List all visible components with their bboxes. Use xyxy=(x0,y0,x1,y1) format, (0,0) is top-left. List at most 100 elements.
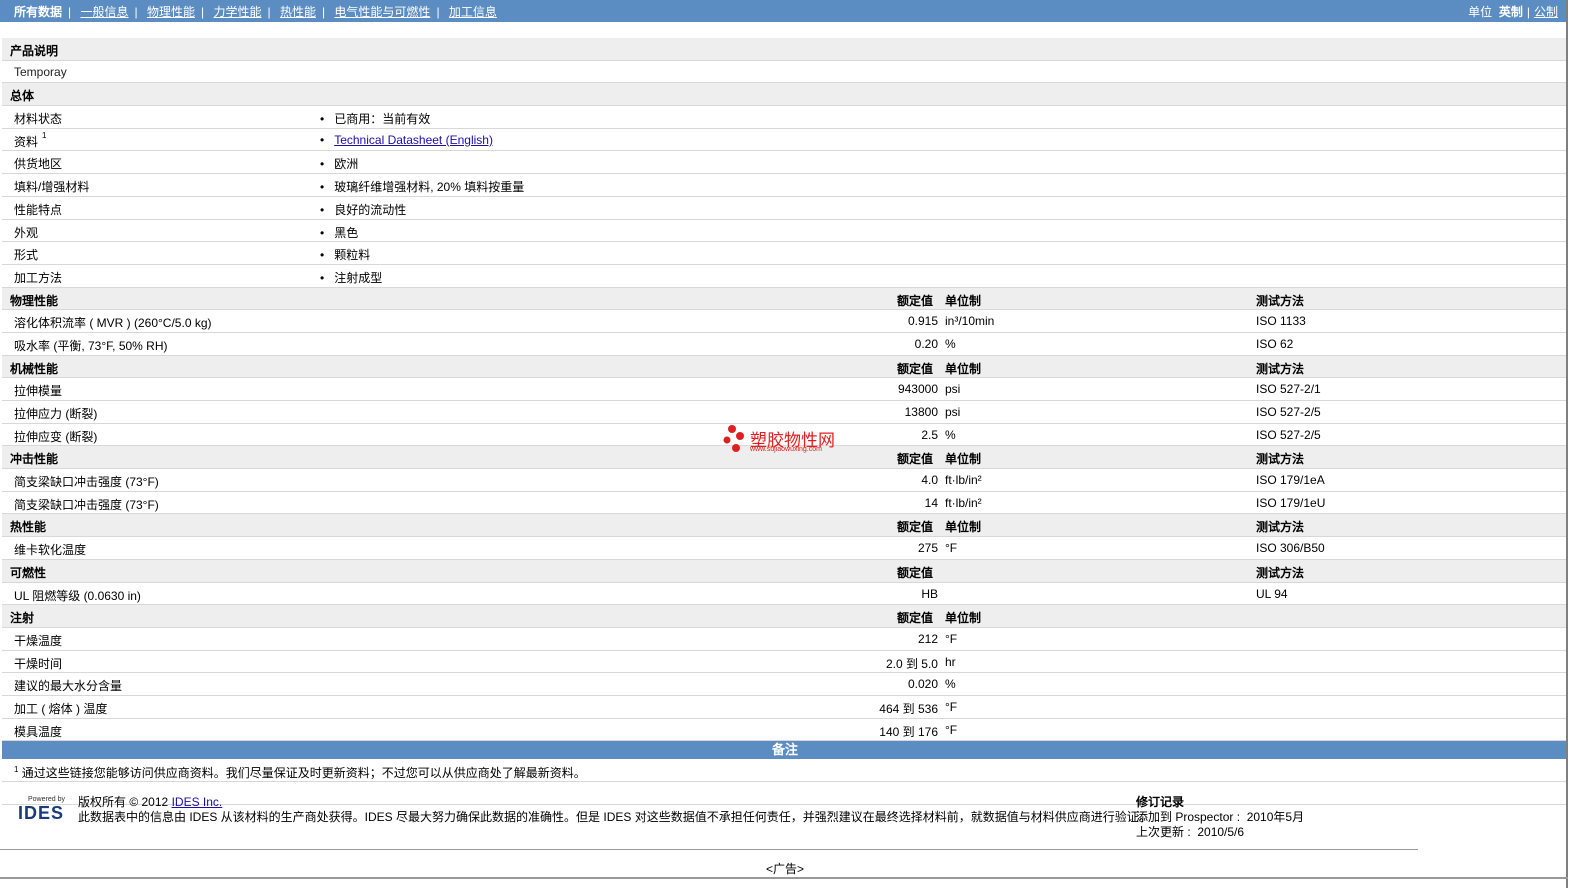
property-name: 加工方法 xyxy=(14,270,63,285)
value-text: 欧洲 xyxy=(334,157,359,172)
ides-logo: Powered by IDES xyxy=(18,796,65,823)
property-value: 140 到 176 xyxy=(879,724,938,739)
property-value: 4.0 xyxy=(921,473,938,488)
section-header: 物理性能 额定值 单位制 测试方法 xyxy=(2,287,1568,311)
test-method: ISO 306/B50 xyxy=(1256,541,1325,556)
property-value: 14 xyxy=(924,495,938,510)
general-row: 填料/增强材料 • 玻璃纤维增强材料, 20% 填料按重量 xyxy=(2,174,1568,197)
property-unit: psi xyxy=(945,382,961,397)
nav-processing[interactable]: 加工信息 xyxy=(449,5,497,19)
test-method: UL 94 xyxy=(1256,586,1288,601)
property-row: 吸水率 (平衡, 73°F, 50% RH) 0.20% ISO 62 xyxy=(2,333,1568,356)
nav-general-info[interactable]: 一般信息 xyxy=(80,5,128,19)
property-value: • 注射成型 xyxy=(320,270,383,285)
property-value: • 欧洲 xyxy=(320,157,359,172)
property-value: 2.0 到 5.0 xyxy=(885,656,938,671)
general-row: 供货地区 • 欧洲 xyxy=(2,151,1568,175)
ad-label: <广告> xyxy=(766,862,805,876)
property-name: 干燥温度 xyxy=(14,633,63,648)
property-name: UL 阻燃等级 (0.0630 in) xyxy=(14,588,141,603)
test-method: ISO 527-2/1 xyxy=(1256,382,1321,397)
test-method: ISO 527-2/5 xyxy=(1256,427,1321,442)
ides-link[interactable]: IDES Inc. xyxy=(172,795,223,809)
property-name: 干燥时间 xyxy=(14,656,63,671)
property-unit: ft·lb/in² xyxy=(945,473,982,488)
property-value: 464 到 536 xyxy=(879,701,938,716)
property-row: 干燥时间 2.0 到 5.0 hr xyxy=(2,651,1568,674)
property-value: • 颗粒料 xyxy=(320,248,371,263)
property-name: 形式 xyxy=(14,248,39,263)
property-row: 加工 ( 熔体 ) 温度 464 到 536 °F xyxy=(2,696,1568,719)
property-name: 加工 ( 熔体 ) 温度 xyxy=(14,701,108,716)
property-name: 外观 xyxy=(14,225,39,240)
property-value: 275 xyxy=(917,541,938,556)
value-text: 注射成型 xyxy=(334,270,383,285)
value-text: 黑色 xyxy=(334,225,359,240)
property-name: 吸水率 (平衡, 73°F, 50% RH) xyxy=(14,338,168,353)
test-method: ISO 179/1eU xyxy=(1256,495,1326,510)
property-unit: °F xyxy=(945,699,958,714)
property-value: 0.20 xyxy=(914,336,938,351)
watermark-logo: 塑胶物性网 www.sujiaowuxing.com xyxy=(722,424,852,458)
general-row: 资料 1 • Technical Datasheet (English) xyxy=(2,129,1568,152)
section-header: 热性能 额定值 单位制 测试方法 xyxy=(2,514,1568,538)
property-value: • 玻璃纤维增强材料, 20% 填料按重量 xyxy=(320,180,525,195)
property-name: 维卡软化温度 xyxy=(14,543,87,558)
property-name: 建议的最大水分含量 xyxy=(14,679,123,694)
dots-icon xyxy=(723,425,744,452)
property-row: 简支梁缺口冲击强度 (73°F) 4.0 ft·lb/in² ISO 179/1eA xyxy=(2,469,1568,492)
nav-thermal[interactable]: 热性能 xyxy=(280,5,316,19)
property-name: 材料状态 xyxy=(14,112,63,127)
property-unit: % xyxy=(945,336,956,351)
property-value: HB xyxy=(921,586,938,601)
unit-imperial[interactable]: 英制 xyxy=(1499,5,1523,19)
property-name: 拉伸应力 (断裂) xyxy=(14,407,98,421)
property-name: 拉伸应变 (断裂) xyxy=(14,429,98,444)
section-header: 可燃性 额定值 测试方法 xyxy=(2,559,1568,583)
product-name-row: Temporay xyxy=(2,61,1568,84)
test-method: ISO 1133 xyxy=(1256,314,1306,329)
property-name: 简支梁缺口冲击强度 (73°F) xyxy=(14,497,159,512)
property-unit: °F xyxy=(945,722,958,737)
nav-all-data[interactable]: 所有数据 xyxy=(14,5,62,19)
property-row: 溶化体积流率 ( MVR ) (260°C/5.0 kg) 0.915 in³/10… xyxy=(2,310,1568,333)
test-method: ISO 179/1eA xyxy=(1256,473,1325,488)
property-value: 0.915 xyxy=(907,314,938,329)
property-row: 建议的最大水分含量 0.020% xyxy=(2,673,1568,696)
nav-physical[interactable]: 物理性能 xyxy=(147,5,195,19)
property-unit: % xyxy=(945,427,956,442)
value-text: 良好的流动性 xyxy=(334,202,407,217)
unit-metric[interactable]: 公制 xyxy=(1534,5,1558,19)
property-value: 13800 xyxy=(904,405,938,419)
property-unit: psi xyxy=(945,405,961,419)
watermark-url: www.sujiaowuxing.com xyxy=(750,446,822,453)
property-name: 拉伸模量 xyxy=(14,384,63,399)
general-row: 材料状态 • 已商用：当前有效 xyxy=(2,106,1568,129)
property-row: 简支梁缺口冲击强度 (73°F) 14 ft·lb/in² ISO 179/1eU xyxy=(2,492,1568,515)
property-value: 0.020 xyxy=(907,677,938,692)
footer: Powered by IDES 版权所有 © 2012 IDES Inc. 此数… xyxy=(0,792,1568,852)
property-value: • 良好的流动性 xyxy=(320,202,407,217)
property-name: 简支梁缺口冲击强度 (73°F) xyxy=(14,475,159,490)
test-method: ISO 527-2/5 xyxy=(1256,405,1321,419)
property-unit: ft·lb/in² xyxy=(945,495,982,510)
nav-electrical-flammability[interactable]: 电气性能与可燃性 xyxy=(334,5,430,19)
top-nav-bar: 所有数据 | 一般信息 | 物理性能 | 力学性能 | 热性能 | 电气性能与可燃性 | 加… xyxy=(0,0,1568,22)
property-value[interactable]: • Technical Datasheet (English) xyxy=(320,133,493,147)
general-row: 形式 • 颗粒料 xyxy=(2,242,1568,265)
general-row: 外观 • 黑色 xyxy=(2,220,1568,243)
datasheet-link[interactable]: Technical Datasheet (English) xyxy=(334,133,493,147)
section-header: 注射 额定值 单位制 xyxy=(2,605,1568,628)
property-unit: % xyxy=(945,677,956,692)
value-text: 已商用：当前有效 xyxy=(334,112,431,127)
property-unit: hr xyxy=(945,654,956,669)
disclaimer: 此数据表中的信息由 IDES 从该材料的生产商处获得。IDES 尽最大努力确保此… xyxy=(78,810,1151,824)
property-name: 资料 xyxy=(14,134,39,149)
datasheet-table: 产品说明 Temporay 总体 材料状态 • 已商用：当前有效 资料 1 • Tech… xyxy=(2,38,1568,806)
value-text: 颗粒料 xyxy=(334,248,371,263)
property-row: 维卡软化温度 275 °F ISO 306/B50 xyxy=(2,537,1568,560)
property-value: 943000 xyxy=(897,382,938,397)
section-header: 总体 xyxy=(2,83,1568,107)
nav-mechanical[interactable]: 力学性能 xyxy=(213,5,261,19)
property-name: 模具温度 xyxy=(14,724,63,739)
